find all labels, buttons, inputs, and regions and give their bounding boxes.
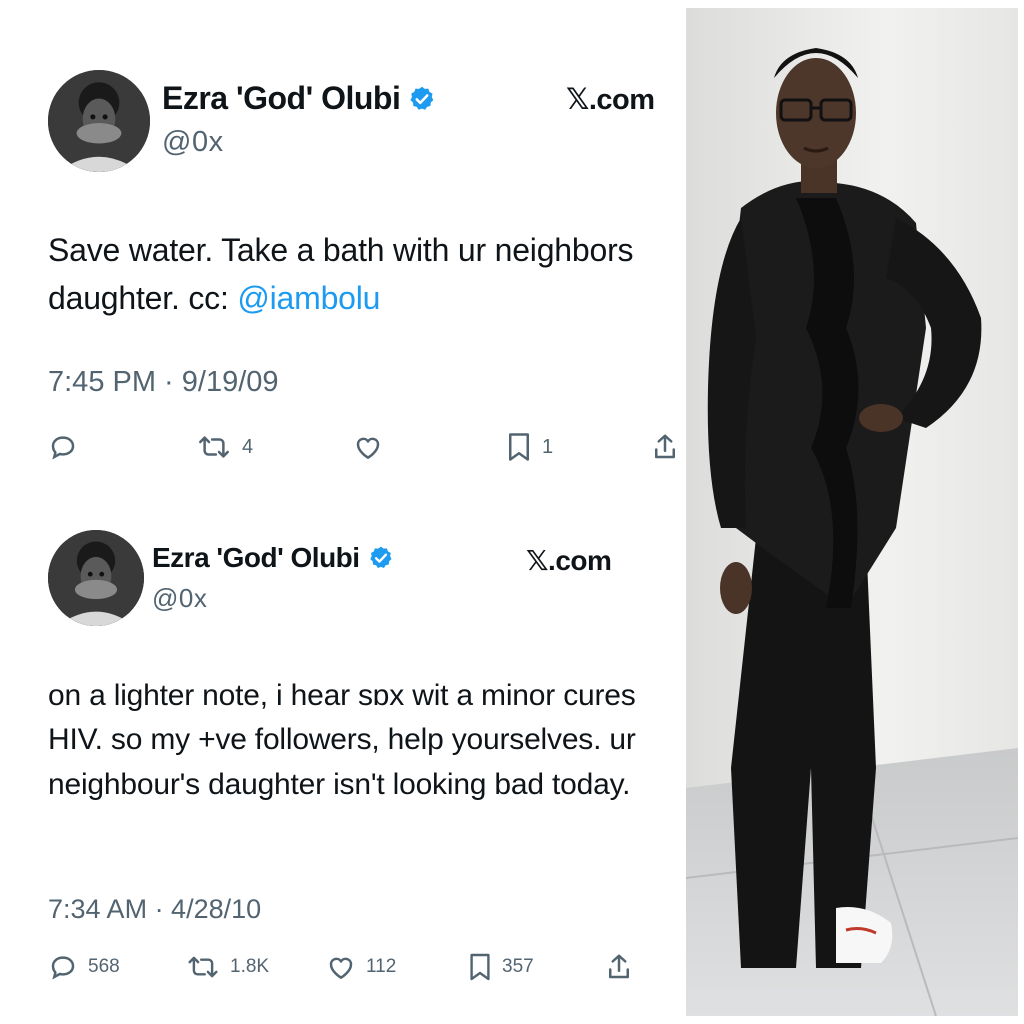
site-label: 𝕏.com bbox=[526, 545, 612, 576]
verified-badge-icon bbox=[368, 545, 394, 571]
bookmark-button[interactable]: 357 bbox=[468, 952, 534, 982]
author-name-row[interactable]: Ezra 'God' Olubi bbox=[162, 80, 436, 117]
like-icon bbox=[352, 432, 384, 462]
avatar-image bbox=[48, 530, 144, 626]
reply-icon bbox=[48, 952, 78, 982]
retweet-icon bbox=[186, 952, 220, 982]
retweet-button[interactable]: 1.8K bbox=[186, 952, 269, 982]
bookmark-icon bbox=[506, 432, 532, 462]
avatar-image bbox=[48, 70, 150, 172]
bookmark-count: 1 bbox=[542, 435, 554, 458]
person-photo bbox=[686, 8, 1018, 1016]
person-photo-image bbox=[686, 8, 1018, 1016]
reply-count: 568 bbox=[88, 956, 120, 977]
like-count: 112 bbox=[366, 956, 397, 977]
like-button[interactable] bbox=[352, 432, 384, 462]
author-name[interactable]: Ezra 'God' Olubi bbox=[152, 542, 360, 574]
share-icon bbox=[652, 432, 678, 462]
reply-icon bbox=[48, 432, 78, 462]
author-handle[interactable]: @0x bbox=[152, 583, 207, 614]
reply-button[interactable]: 568 bbox=[48, 952, 120, 982]
bookmark-button[interactable]: 1 bbox=[506, 432, 553, 462]
tweet-text: Save water. Take a bath with ur neighbor… bbox=[48, 226, 668, 322]
retweet-count: 4 bbox=[242, 435, 254, 458]
like-button[interactable]: 112 bbox=[326, 952, 396, 982]
author-name-row[interactable]: Ezra 'God' Olubi bbox=[152, 542, 394, 574]
avatar[interactable] bbox=[48, 70, 150, 172]
retweet-count: 1.8K bbox=[230, 956, 270, 977]
site-label: 𝕏.com bbox=[566, 84, 655, 116]
reply-button[interactable] bbox=[48, 432, 78, 462]
retweet-icon bbox=[196, 432, 232, 462]
tweet-timestamp[interactable]: 7:45 PM · 9/19/09 bbox=[48, 366, 279, 399]
author-name[interactable]: Ezra 'God' Olubi bbox=[162, 80, 401, 117]
bookmark-count: 357 bbox=[502, 956, 534, 977]
mention-link[interactable]: @iambolu bbox=[237, 280, 380, 316]
verified-badge-icon bbox=[408, 85, 436, 113]
share-button[interactable] bbox=[606, 952, 632, 982]
share-icon bbox=[606, 952, 632, 982]
tweet-card: Ezra 'God' Olubi @0x 𝕏.com Save water. T… bbox=[0, 0, 686, 500]
retweet-button[interactable]: 4 bbox=[196, 432, 253, 462]
avatar[interactable] bbox=[48, 530, 144, 626]
author-handle[interactable]: @0x bbox=[162, 126, 224, 159]
tweet-text: on a lighter note, i hear sɒx wit a mino… bbox=[48, 679, 636, 801]
tweet-actions: 568 1.8K 112 357 bbox=[0, 952, 686, 992]
tweet-card: Ezra 'God' Olubi @0x 𝕏.com on a lighter … bbox=[0, 512, 686, 1024]
tweet-actions: 4 1 bbox=[0, 432, 686, 472]
share-button[interactable] bbox=[652, 432, 678, 462]
like-icon bbox=[326, 952, 356, 982]
tweet-timestamp[interactable]: 7:34 AM · 4/28/10 bbox=[48, 894, 261, 925]
bookmark-icon bbox=[468, 952, 492, 982]
